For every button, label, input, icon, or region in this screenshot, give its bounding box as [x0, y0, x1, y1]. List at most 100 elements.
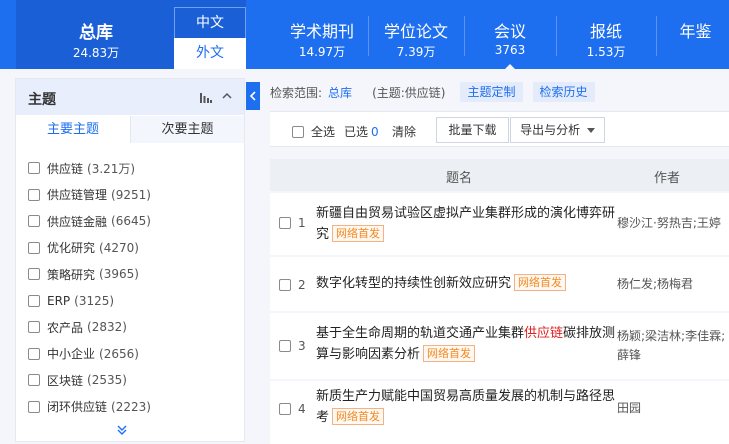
total-library-count: 24.83万: [72, 46, 120, 60]
topic-checkbox[interactable]: [28, 321, 40, 334]
topic-count: (3965): [99, 267, 139, 282]
topic-label: ERP: [47, 293, 71, 308]
search-range-bar: 检索范围: 总库 (主题:供应链) 主题定制 检索历史: [270, 82, 595, 102]
facet-header: 主题: [16, 79, 244, 115]
table-row: 2 数字化转型的持续性创新效应研究 网络首发 杨仁发;杨梅君: [270, 257, 729, 311]
caret-down-icon: [586, 128, 595, 133]
tab-label: 年鉴: [679, 22, 712, 41]
double-chevron-down-icon[interactable]: [116, 424, 128, 436]
chevron-up-icon[interactable]: [221, 90, 233, 102]
article-title[interactable]: 数字化转型的持续性创新效应研究 网络首发: [316, 273, 616, 294]
topic-item[interactable]: 策略研究 (3965): [28, 261, 151, 288]
row-select[interactable]: 2: [279, 278, 306, 292]
online-first-badge: 网络首发: [332, 225, 385, 242]
topic-checkbox[interactable]: [28, 215, 40, 228]
tab-conferences[interactable]: 会议 3763: [464, 0, 556, 69]
article-title[interactable]: 新疆自由贸易试验区虚拟产业集群形成的演化博弈研究 网络首发: [316, 203, 616, 245]
database-tabs-bar: 总库 24.83万 中文 外文 学术期刊 14.97万 学位论文 7.39万 会…: [0, 0, 729, 69]
topic-checkbox[interactable]: [28, 241, 40, 254]
topic-checkbox[interactable]: [28, 268, 40, 281]
topic-checkbox[interactable]: [28, 188, 40, 201]
article-authors[interactable]: 穆沙江·努热吉;王婷: [617, 214, 727, 233]
tab-label: 会议: [493, 22, 526, 41]
article-title[interactable]: 基于全生命周期的轨道交通产业集群供应链碳排放测算与影响因素分析 网络首发: [316, 323, 616, 365]
results-toolbar: 全选 已选 0 清除 批量下载 导出与分析: [270, 111, 729, 147]
tab-label: 报纸: [589, 22, 622, 41]
topic-item[interactable]: ERP (3125): [28, 288, 151, 315]
total-library-label: 总库: [79, 23, 113, 43]
online-first-badge: 网络首发: [332, 408, 385, 425]
topic-count: (3.21万): [87, 161, 136, 176]
bar-chart-icon[interactable]: [200, 91, 212, 103]
select-all-checkbox[interactable]: [292, 125, 304, 138]
tab-divider: [656, 16, 657, 56]
topic-checkbox[interactable]: [28, 294, 40, 307]
row-select[interactable]: 1: [279, 216, 306, 230]
topic-count: (2223): [111, 399, 151, 414]
topic-item[interactable]: 农产品 (2832): [28, 314, 151, 341]
range-theme: (主题:供应链): [372, 85, 446, 100]
row-select[interactable]: 4: [279, 402, 306, 416]
article-authors[interactable]: 杨仁发;杨梅君: [617, 275, 727, 294]
row-select[interactable]: 3: [279, 339, 306, 353]
topic-label: 供应链金融: [47, 214, 108, 229]
topic-label: 策略研究: [47, 267, 96, 282]
tab-journals[interactable]: 学术期刊 14.97万: [272, 0, 372, 69]
topic-label: 中小企业: [47, 347, 96, 362]
custom-theme-button[interactable]: 主题定制: [460, 82, 523, 102]
article-authors[interactable]: 田园: [617, 399, 727, 418]
select-all[interactable]: 全选: [292, 123, 335, 140]
topic-count: (2535): [87, 373, 127, 388]
export-label: 导出与分析: [520, 123, 581, 137]
chevron-left-icon: [249, 91, 256, 101]
tab-newspapers[interactable]: 报纸 1.53万: [556, 0, 656, 69]
topic-count: (3125): [74, 293, 115, 308]
title-text: 数字化转型的持续性创新效应研究: [316, 276, 512, 291]
column-author: 作者: [654, 171, 681, 186]
tab-dissertations[interactable]: 学位论文 7.39万: [368, 0, 464, 69]
row-checkbox[interactable]: [279, 403, 291, 415]
tab-primary-topic[interactable]: 主要主题: [16, 116, 130, 143]
clear-button[interactable]: 清除: [392, 123, 416, 140]
topic-item[interactable]: 供应链 (3.21万): [28, 155, 151, 182]
article-title[interactable]: 新质生产力赋能中国贸易高质量发展的机制与路径思考 网络首发: [316, 386, 616, 428]
tab-yearbooks[interactable]: 年鉴: [662, 0, 729, 69]
topic-checkbox[interactable]: [28, 374, 40, 387]
table-row: 4 新质生产力赋能中国贸易高质量发展的机制与路径思考 网络首发 田园: [270, 381, 729, 444]
collapse-sidebar-button[interactable]: [246, 82, 260, 110]
topic-item[interactable]: 供应链管理 (9251): [28, 182, 151, 209]
topic-checkbox[interactable]: [28, 400, 40, 413]
range-label: 检索范围:: [270, 85, 323, 100]
tab-count: 14.97万: [298, 45, 346, 59]
topic-item[interactable]: 闭环供应链 (2223): [28, 394, 151, 421]
topic-item[interactable]: 中小企业 (2656): [28, 341, 151, 368]
topic-label: 优化研究: [47, 241, 96, 256]
facet-tabs: 主要主题 次要主题: [16, 116, 244, 143]
search-history-button[interactable]: 检索历史: [532, 82, 595, 102]
article-authors[interactable]: 杨颖;梁洁林;李佳霖;薛锋: [617, 327, 727, 365]
topic-count: (2832): [87, 320, 127, 335]
table-row: 1 新疆自由贸易试验区虚拟产业集群形成的演化博弈研究 网络首发 穆沙江·努热吉;王…: [270, 193, 729, 255]
total-library-tab[interactable]: 总库 24.83万 中文 外文: [16, 0, 246, 69]
tab-secondary-topic[interactable]: 次要主题: [130, 116, 244, 143]
topic-count: (9251): [111, 187, 151, 202]
topic-checkbox[interactable]: [28, 162, 40, 175]
row-checkbox[interactable]: [279, 340, 291, 352]
topic-item[interactable]: 供应链金融 (6645): [28, 208, 151, 235]
foreign-toggle[interactable]: 外文: [174, 38, 246, 69]
selected-label: 已选: [344, 125, 369, 139]
batch-download-button[interactable]: 批量下载: [436, 117, 509, 143]
range-database[interactable]: 总库: [328, 84, 352, 101]
row-checkbox[interactable]: [279, 217, 291, 229]
tab-count: 7.39万: [396, 45, 436, 59]
topic-count: (6645): [111, 214, 151, 229]
row-checkbox[interactable]: [279, 279, 291, 291]
topic-item[interactable]: 区块链 (2535): [28, 367, 151, 394]
topic-item[interactable]: 优化研究 (4270): [28, 235, 151, 262]
chinese-toggle[interactable]: 中文: [174, 7, 246, 38]
export-analysis-button[interactable]: 导出与分析: [510, 117, 605, 143]
topic-checkbox[interactable]: [28, 347, 40, 360]
selected-count: 已选 0: [344, 123, 379, 140]
results-table-header: 题名 作者: [270, 159, 729, 191]
row-number: 4: [298, 402, 306, 416]
